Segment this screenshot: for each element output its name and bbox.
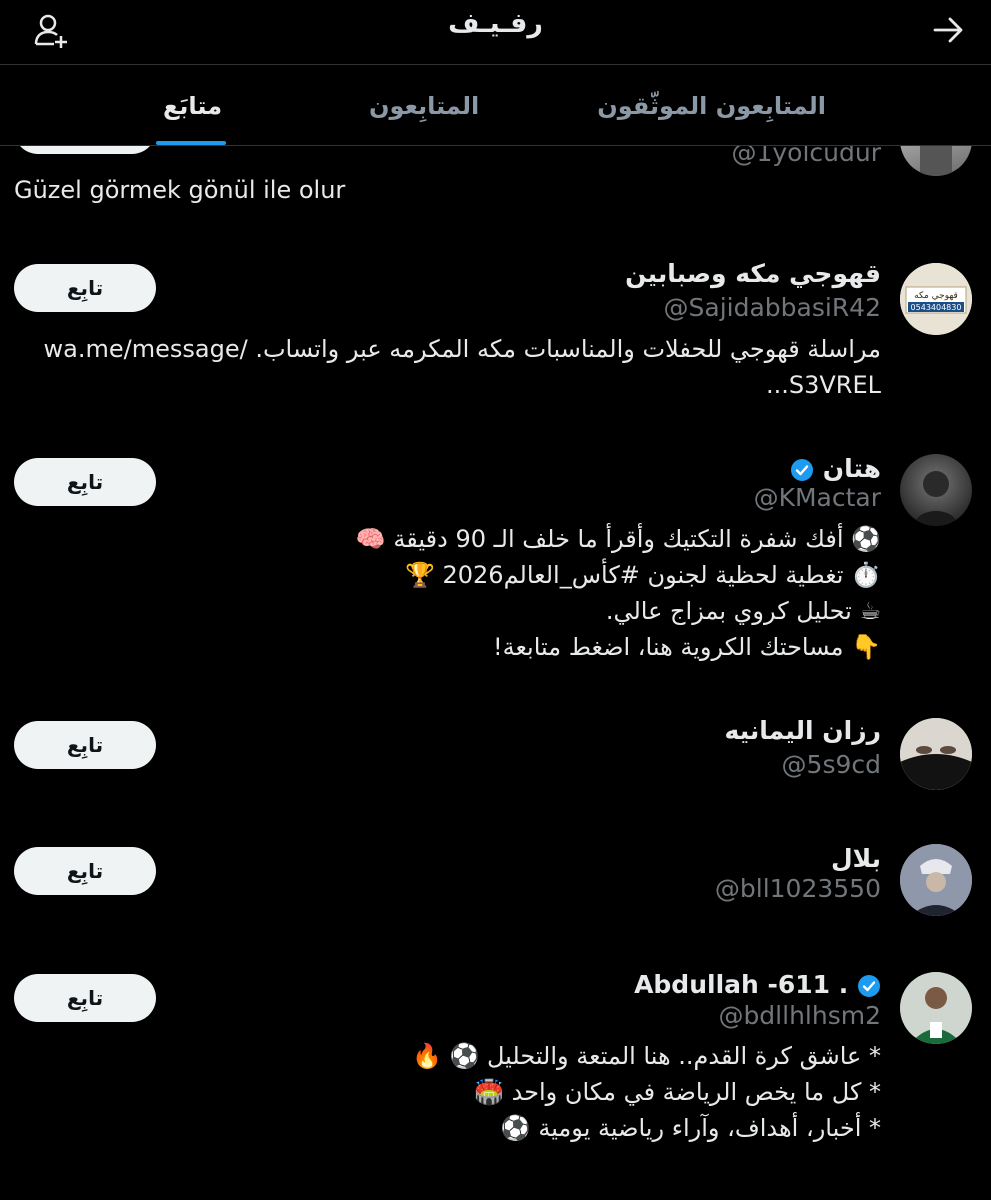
avatar[interactable] xyxy=(900,454,972,526)
verified-badge-icon xyxy=(858,975,880,997)
user-handle: @bll1023550 xyxy=(714,874,881,903)
avatar[interactable] xyxy=(900,844,972,916)
user-name[interactable]: قهوجي مكه وصبابين xyxy=(625,259,881,288)
top-bar: رفـيـف xyxy=(0,0,991,65)
page-title: رفـيـف xyxy=(448,8,543,39)
active-tab-indicator xyxy=(156,141,226,145)
user-bio-line: ⚽ أفك شفرة التكتيك وأقرأ ما خلف الـ 90 د… xyxy=(355,525,881,553)
user-bio-line: 👇 مساحتك الكروية هنا، اضغط متابعة! xyxy=(492,633,881,661)
user-handle: @5s9cd xyxy=(781,750,881,779)
user-name-row[interactable]: Abdullah -611 . xyxy=(634,970,881,999)
list-item-partial[interactable]: @1yolcudur Güzel görmek gönül ile olur xyxy=(0,146,991,226)
follow-tabs: المتابِعون الموثّقون المتابِعون متابَع xyxy=(0,65,991,146)
list-item[interactable]: رزان اليمانيه @5s9cd تابِع xyxy=(0,712,991,802)
avatar-text: قهوجي مكه xyxy=(914,291,958,301)
list-item[interactable]: بلال @bll1023550 تابِع xyxy=(0,840,991,930)
tab-verified-followers[interactable]: المتابِعون الموثّقون xyxy=(597,92,826,120)
user-bio: Güzel görmek gönül ile olur xyxy=(14,176,346,204)
tab-followers[interactable]: المتابِعون xyxy=(369,92,479,120)
verified-badge-icon xyxy=(791,459,814,481)
list-item[interactable]: هتان @KMactar تابِع ⚽ أفك شفرة التكتيك و… xyxy=(0,450,991,670)
arrow-right-icon[interactable] xyxy=(929,10,969,50)
user-name[interactable]: بلال xyxy=(831,844,881,873)
user-handle: @1yolcudur xyxy=(731,146,881,167)
avatar[interactable] xyxy=(900,146,972,176)
user-name[interactable]: رزان اليمانيه xyxy=(725,716,881,745)
user-handle: @bdllhlhsm2 xyxy=(718,1001,881,1030)
user-bio-line: * عاشق كرة القدم.. هنا المتعة والتحليل ⚽… xyxy=(411,1042,881,1070)
user-bio-line: * أخبار، أهداف، وآراء رياضية يومية ⚽ xyxy=(500,1114,881,1142)
user-handle: @KMactar xyxy=(753,483,881,512)
avatar-text: 0543404830 xyxy=(911,303,962,312)
user-bio-line: ⏱️ تغطية لحظية لجنون #كأس_العالم2026 🏆 xyxy=(404,561,881,589)
user-bio-line: * كل ما يخص الرياضة في مكان واحد 🏟️ xyxy=(474,1078,881,1106)
user-handle: @SajidabbasiR42 xyxy=(663,293,881,322)
user-name: هتان xyxy=(822,454,881,483)
user-name: Abdullah -611 . xyxy=(634,970,849,999)
list-item[interactable]: قهوجي مكه 0543404830 قهوجي مكه وصبابين @… xyxy=(0,255,991,415)
follow-button[interactable]: تابِع xyxy=(14,847,156,895)
follow-button[interactable]: تابِع xyxy=(14,721,156,769)
tab-following[interactable]: متابَع xyxy=(163,92,222,120)
user-name-row[interactable]: هتان xyxy=(790,454,881,483)
avatar[interactable] xyxy=(900,972,972,1044)
follow-button[interactable]: تابِع xyxy=(14,264,156,312)
avatar[interactable]: قهوجي مكه 0543404830 xyxy=(900,263,972,335)
follow-button[interactable] xyxy=(14,146,156,154)
user-bio-line: مراسلة قهوجي للحفلات والمناسبات مكه المك… xyxy=(43,335,881,363)
follow-button[interactable]: تابِع xyxy=(14,458,156,506)
follow-button[interactable]: تابِع xyxy=(14,974,156,1022)
user-bio-line: ☕ تحليل كروي بمزاج عالي. xyxy=(605,597,881,625)
user-bio-line: S3VREL... xyxy=(765,371,881,399)
list-item[interactable]: Abdullah -611 . @bdllhlhsm2 تابِع * عاشق… xyxy=(0,966,991,1146)
avatar[interactable] xyxy=(900,718,972,790)
